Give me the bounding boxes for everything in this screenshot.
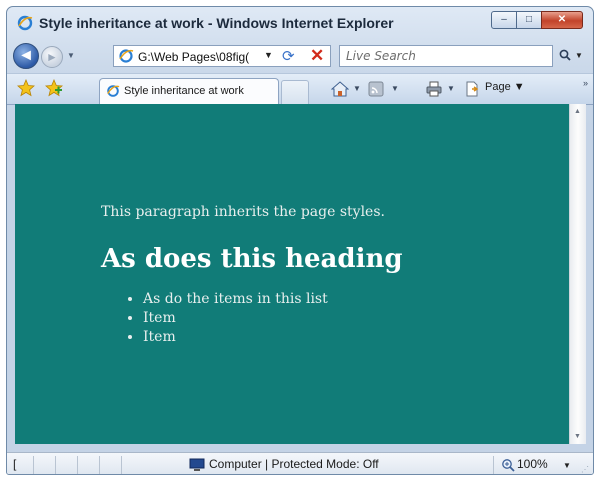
ie-icon: [119, 49, 134, 63]
security-zone[interactable]: Computer | Protected Mode: Off: [209, 457, 379, 471]
page-heading: As does this heading: [101, 244, 403, 274]
recent-pages-dropdown[interactable]: ▼: [67, 51, 75, 60]
back-arrow-icon[interactable]: ◄: [13, 43, 39, 69]
forward-arrow-icon[interactable]: ►: [41, 46, 63, 68]
command-bar: Style inheritance at work ▼ ▼ ▼ Page ▼ »: [7, 73, 593, 105]
navigation-bar: ◄ ► ▼ G:\Web Pages\08fig( ▼ ⟳ ✕ Live Sea…: [7, 41, 593, 71]
search-input[interactable]: Live Search: [346, 49, 416, 63]
item-list: As do the items in this list Item Item: [125, 290, 328, 347]
address-input[interactable]: G:\Web Pages\08fig(: [138, 50, 249, 64]
maximize-button[interactable]: □: [516, 11, 542, 29]
address-bar[interactable]: G:\Web Pages\08fig( ▼ ⟳ ✕: [113, 45, 331, 67]
page-menu-button[interactable]: Page ▼: [485, 81, 525, 93]
zoom-dropdown-icon[interactable]: ▼: [563, 461, 571, 470]
zoom-level[interactable]: 100%: [517, 457, 548, 471]
search-icon[interactable]: [559, 49, 571, 61]
new-tab-button[interactable]: [281, 80, 309, 104]
list-item: As do the items in this list: [143, 290, 328, 309]
favorites-star-icon[interactable]: [17, 79, 35, 97]
tab-label: Style inheritance at work: [124, 85, 244, 97]
print-dropdown-icon[interactable]: ▼: [447, 84, 455, 93]
ie-icon: [17, 15, 33, 31]
search-box[interactable]: Live Search: [339, 45, 553, 67]
feeds-dropdown-icon[interactable]: ▼: [391, 84, 399, 93]
status-bar: [ Computer | Protected Mode: Off 100% ▼ …: [7, 452, 593, 474]
stop-icon[interactable]: ✕: [310, 46, 324, 66]
list-item: Item: [143, 328, 328, 347]
refresh-icon[interactable]: ⟳: [282, 47, 295, 65]
status-text: [: [13, 457, 17, 471]
window-title: Style inheritance at work - Windows Inte…: [39, 15, 394, 31]
minimize-button[interactable]: –: [491, 11, 517, 29]
page-menu-label: Page: [485, 81, 511, 93]
home-icon[interactable]: [331, 80, 349, 98]
print-icon[interactable]: [425, 80, 443, 98]
ie-icon: [107, 85, 120, 97]
feeds-icon[interactable]: [367, 80, 385, 98]
computer-icon: [189, 458, 205, 471]
title-bar[interactable]: Style inheritance at work - Windows Inte…: [7, 7, 593, 39]
zoom-icon[interactable]: [501, 458, 515, 472]
list-item: Item: [143, 309, 328, 328]
close-button[interactable]: ✕: [541, 11, 583, 29]
page-content: This paragraph inherits the page styles.…: [15, 104, 569, 444]
tab-style-inheritance[interactable]: Style inheritance at work: [99, 78, 279, 105]
browser-window: Style inheritance at work - Windows Inte…: [6, 6, 594, 475]
home-dropdown-icon[interactable]: ▼: [353, 84, 361, 93]
toolbar-chevron[interactable]: »: [583, 78, 588, 88]
vertical-scrollbar[interactable]: ▲ ▼: [569, 104, 586, 444]
paragraph: This paragraph inherits the page styles.: [101, 204, 385, 220]
scroll-down-arrow-icon[interactable]: ▼: [574, 433, 581, 440]
resize-grip[interactable]: ⋰: [581, 465, 589, 474]
page-icon[interactable]: [463, 80, 481, 98]
scroll-up-arrow-icon[interactable]: ▲: [574, 108, 581, 115]
search-dropdown-icon[interactable]: ▼: [575, 51, 583, 60]
address-dropdown-icon[interactable]: ▼: [264, 50, 273, 60]
add-favorites-icon[interactable]: [45, 79, 63, 97]
